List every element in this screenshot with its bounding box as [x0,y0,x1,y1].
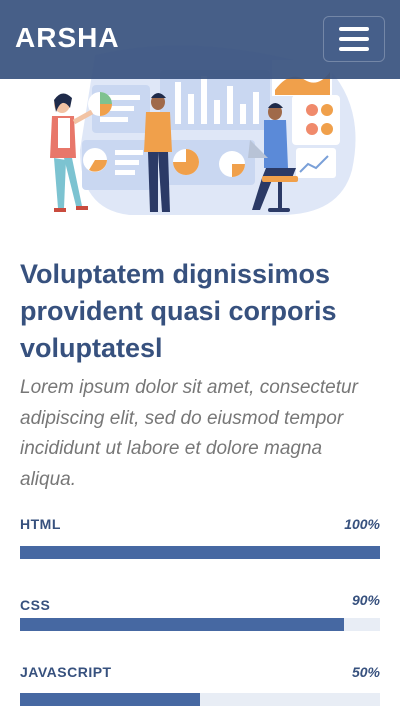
progress-fill [20,546,380,559]
hamburger-menu-icon [339,27,369,31]
section-intro: Lorem ipsum dolor sit amet, consectetur … [20,377,358,490]
skill-name: JAVASCRIPT [20,664,112,680]
skill-percent: 90% [351,592,380,608]
skill-name: CSS [20,597,51,613]
hamburger-menu-icon [339,47,369,51]
skill-percent: 100% [344,516,380,532]
logo[interactable]: ARSHA [15,22,120,54]
site-header: ARSHA [0,0,400,79]
hamburger-menu-icon [339,37,369,41]
progress-track [20,546,380,559]
skill-percent: 50% [351,664,380,680]
skill-name: HTML [20,516,61,532]
progress-fill [20,618,344,631]
progress-track [20,618,380,631]
progress-fill [20,693,200,706]
progress-track [20,693,380,706]
mobile-menu-toggle[interactable] [323,16,385,62]
section-title: Voluptatem dignissimos provident quasi c… [20,259,337,363]
